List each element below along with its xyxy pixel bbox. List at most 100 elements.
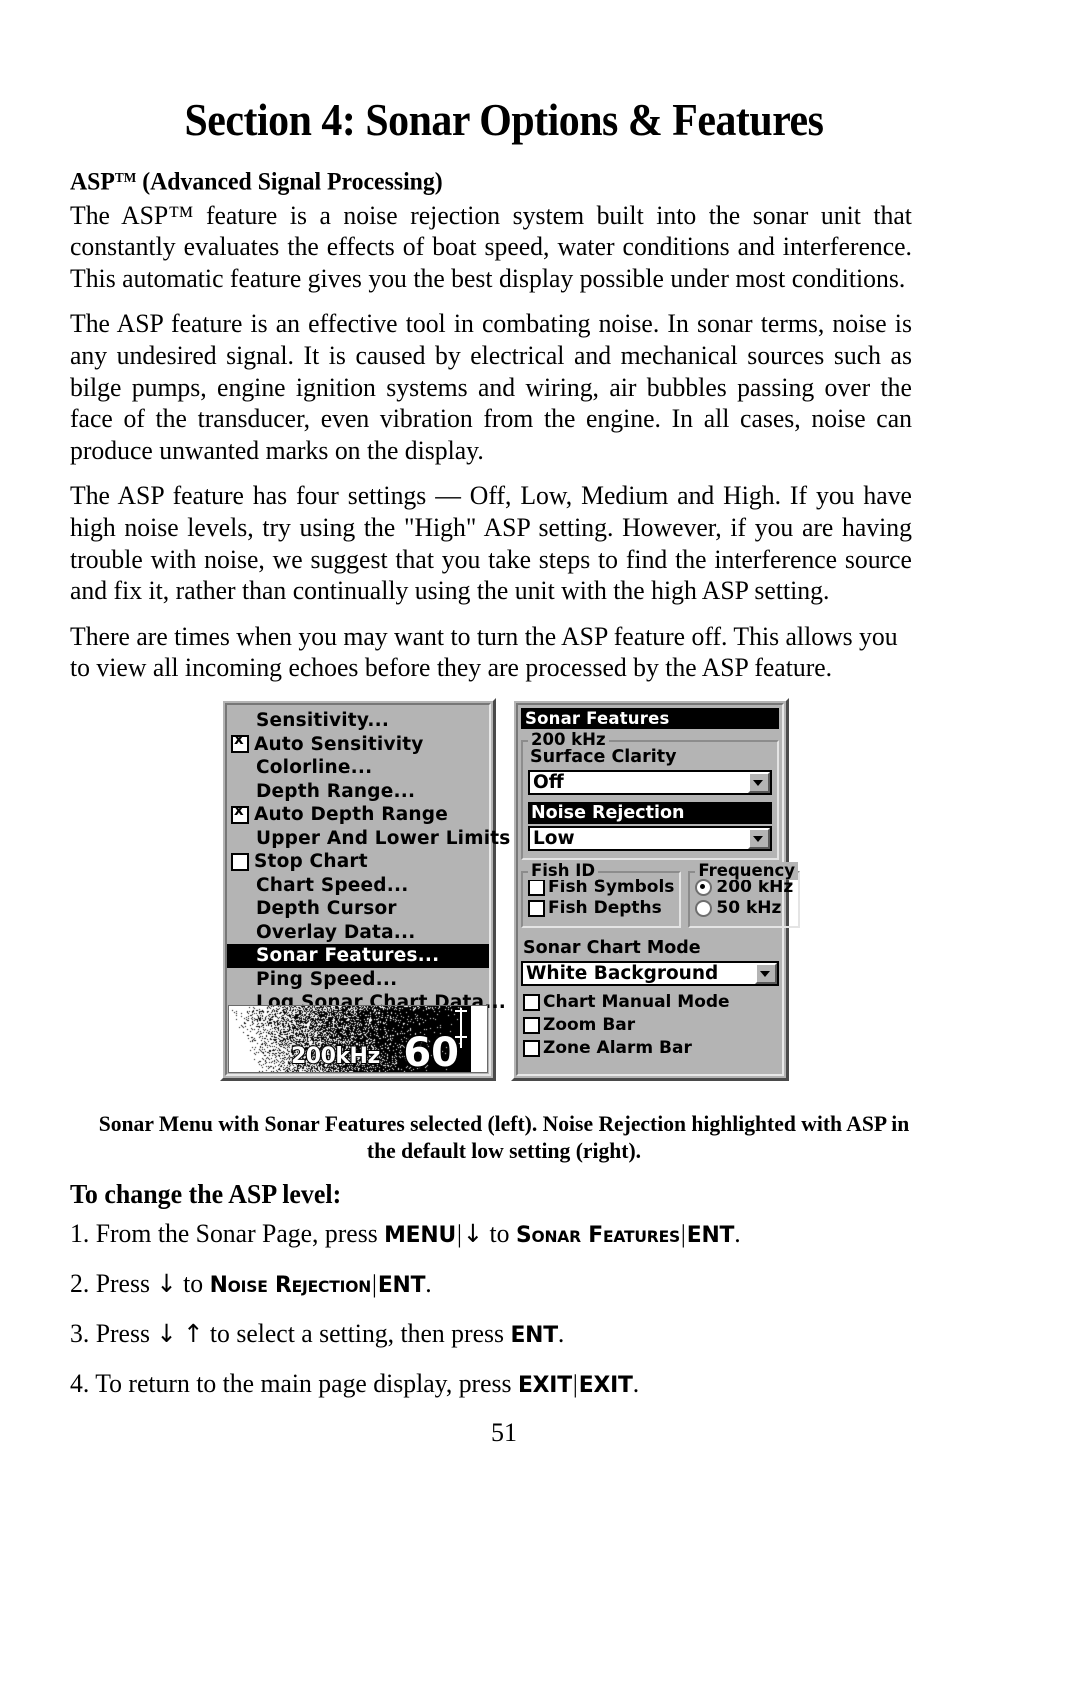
dialog-titlebar: Sonar Features xyxy=(521,708,779,729)
sonar-right-scale xyxy=(471,1006,487,1072)
arrow-key-icon: ↓ xyxy=(156,1269,177,1298)
subsection-heading-suffix: (Advanced Signal Processing) xyxy=(136,168,443,196)
sonar-menu-item[interactable]: Ping Speed... xyxy=(227,968,489,992)
fish-id-option[interactable]: Fish Symbols xyxy=(528,877,674,898)
checkbox-icon[interactable] xyxy=(523,1017,540,1034)
key-label: EXIT xyxy=(517,1372,572,1398)
sonar-menu-item[interactable]: Sonar Features... xyxy=(227,944,489,968)
radio-selected-icon[interactable] xyxy=(695,879,713,896)
procedure-heading: To change the ASP level: xyxy=(70,1179,342,1209)
sonar-menu-item[interactable]: Auto Sensitivity xyxy=(227,732,489,757)
sonar-menu-item[interactable]: Stop Chart xyxy=(227,850,489,874)
sonar-menu-inner: Sensitivity...Auto SensitivityColorline.… xyxy=(225,703,532,1076)
surface-clarity-dropdown[interactable]: Off xyxy=(528,770,772,795)
sonar-menu-panel: Sensitivity...Auto SensitivityColorline.… xyxy=(220,698,532,1081)
body-paragraph-3: The ASP feature has four settings — Off,… xyxy=(70,480,912,606)
checkbox-icon[interactable] xyxy=(231,852,249,871)
sonar-features-inner: Sonar Features 200 kHz Surface Clarity O… xyxy=(516,703,801,1076)
frequency-200khz-group-label: 200 kHz xyxy=(528,731,609,749)
sonar-menu-item-label: Depth Cursor xyxy=(256,898,397,920)
frequency-option-label: 50 kHz xyxy=(716,898,782,918)
sonar-menu-item[interactable]: Sensitivity... xyxy=(227,709,489,733)
checkbox-checked-icon[interactable] xyxy=(231,732,249,754)
sonar-feature-checkbox[interactable]: Zoom Bar xyxy=(523,1014,779,1037)
key-label: ENT xyxy=(510,1322,558,1348)
sonar-chart-mode-field: Sonar Chart Mode White Background xyxy=(521,937,779,986)
frequency-200khz-group: 200 kHz Surface Clarity Off Noise Reject… xyxy=(521,731,779,860)
procedure-step: 2. Press ↓ to Noise Rejection|ENT. xyxy=(70,1268,912,1301)
chevron-down-icon[interactable] xyxy=(755,963,777,984)
sonar-chart-preview: 200kHz 60 xyxy=(228,1005,488,1073)
separator: | xyxy=(456,1221,462,1248)
page-number: 51 xyxy=(491,1418,517,1447)
key-label: ENT xyxy=(377,1272,426,1298)
fish-id-group: Fish ID Fish Symbols Fish Depths xyxy=(521,862,682,928)
sonar-feature-checkbox[interactable]: Chart Manual Mode xyxy=(523,991,779,1014)
checkbox-icon[interactable] xyxy=(523,994,540,1011)
step-text: . xyxy=(557,1318,565,1348)
noise-rejection-value: Low xyxy=(533,828,575,849)
frequency-options: 200 kHz 50 kHz xyxy=(695,877,793,919)
step-text: From the Sonar Page, press xyxy=(95,1218,385,1248)
noise-rejection-label[interactable]: Noise Rejection xyxy=(528,802,772,824)
subsection-heading: ASPTM (Advanced Signal Processing) xyxy=(70,164,895,198)
body-paragraph-4: There are times when you may want to tur… xyxy=(70,620,898,683)
sonar-menu-item[interactable]: Upper And Lower Limits... xyxy=(227,827,532,851)
sonar-menu-item[interactable]: Auto Depth Range xyxy=(227,803,489,827)
page-title: Section 4: Sonar Options & Features xyxy=(184,95,824,145)
step-text: . xyxy=(425,1268,432,1298)
sonar-menu-item-label: Depth Range... xyxy=(256,780,416,802)
sonar-feature-checkbox[interactable]: Zone Alarm Bar xyxy=(523,1037,779,1060)
menu-name-label: Sonar Features xyxy=(515,1222,680,1248)
sonar-menu-item-label: Ping Speed... xyxy=(256,968,398,990)
radio-icon[interactable] xyxy=(695,900,713,917)
figure-caption: Sonar Menu with Sonar Features selected … xyxy=(98,1111,910,1163)
sonar-feature-checkbox-label: Chart Manual Mode xyxy=(543,992,730,1012)
key-label: EXIT xyxy=(578,1372,633,1398)
step-text: . xyxy=(632,1368,640,1398)
noise-rejection-dropdown[interactable]: Low xyxy=(528,826,772,851)
step-text: to xyxy=(483,1218,516,1248)
menu-name-label: Noise Rejection xyxy=(209,1272,372,1298)
fishid-frequency-row: Fish ID Fish Symbols Fish Depths Frequenc… xyxy=(521,862,801,928)
checkbox-icon[interactable] xyxy=(528,900,545,917)
key-label: MENU xyxy=(384,1222,456,1248)
key-label: ENT xyxy=(686,1222,735,1248)
sonar-feature-checkbox-label: Zone Alarm Bar xyxy=(543,1038,692,1058)
sonar-chart-mode-dropdown[interactable]: White Background xyxy=(521,961,779,986)
frequency-option[interactable]: 50 kHz xyxy=(695,898,793,919)
arrow-key-icon: ↓ xyxy=(462,1219,484,1248)
fish-id-option[interactable]: Fish Depths xyxy=(528,898,674,919)
body-paragraph-2: The ASP feature is an effective tool in … xyxy=(70,308,912,465)
sonar-menu-item-label: Colorline... xyxy=(256,757,373,779)
sonar-menu-item[interactable]: Depth Cursor xyxy=(227,897,489,921)
step-text: to select a setting, then press xyxy=(203,1318,511,1348)
checkbox-checked-icon[interactable] xyxy=(231,803,249,824)
checkbox-icon[interactable] xyxy=(523,1040,540,1057)
frequency-option[interactable]: 200 kHz xyxy=(695,877,793,898)
sonar-menu-item-label: Upper And Lower Limits... xyxy=(256,827,533,849)
procedure-step: 3. Press ↓ ↑ to select a setting, then p… xyxy=(70,1318,912,1351)
step-text: to xyxy=(176,1268,210,1298)
bottom-checkbox-list: Chart Manual Mode Zoom Bar Zone Alarm Bar xyxy=(521,991,779,1060)
chevron-down-icon[interactable] xyxy=(748,772,770,793)
procedure-steps: 1. From the Sonar Page, press MENU|↓ to … xyxy=(70,1218,938,1401)
frequency-group: Frequency 200 kHz 50 kHz xyxy=(688,862,801,928)
checkbox-icon[interactable] xyxy=(528,879,545,896)
step-text: Press xyxy=(95,1318,157,1348)
sonar-menu-item[interactable]: Chart Speed... xyxy=(227,874,489,898)
fish-id-option-label: Fish Depths xyxy=(548,898,662,918)
step-text: To return to the main page display, pres… xyxy=(95,1368,518,1398)
fish-id-options: Fish Symbols Fish Depths xyxy=(528,877,674,919)
fish-id-group-label: Fish ID xyxy=(528,862,599,880)
sonar-menu-item[interactable]: Depth Range... xyxy=(227,780,489,804)
sonar-bottom-column xyxy=(462,1006,471,1072)
procedure-step: 1. From the Sonar Page, press MENU|↓ to … xyxy=(70,1218,912,1251)
separator: | xyxy=(680,1221,686,1248)
trademark-symbol: TM xyxy=(114,171,137,186)
sonar-menu-item-label: Auto Depth Range xyxy=(254,804,448,826)
chevron-down-icon[interactable] xyxy=(748,828,770,849)
sonar-menu-item[interactable]: Overlay Data... xyxy=(227,921,489,945)
sonar-menu-item[interactable]: Colorline... xyxy=(227,756,489,780)
sonar-tick-upper xyxy=(455,1010,467,1012)
